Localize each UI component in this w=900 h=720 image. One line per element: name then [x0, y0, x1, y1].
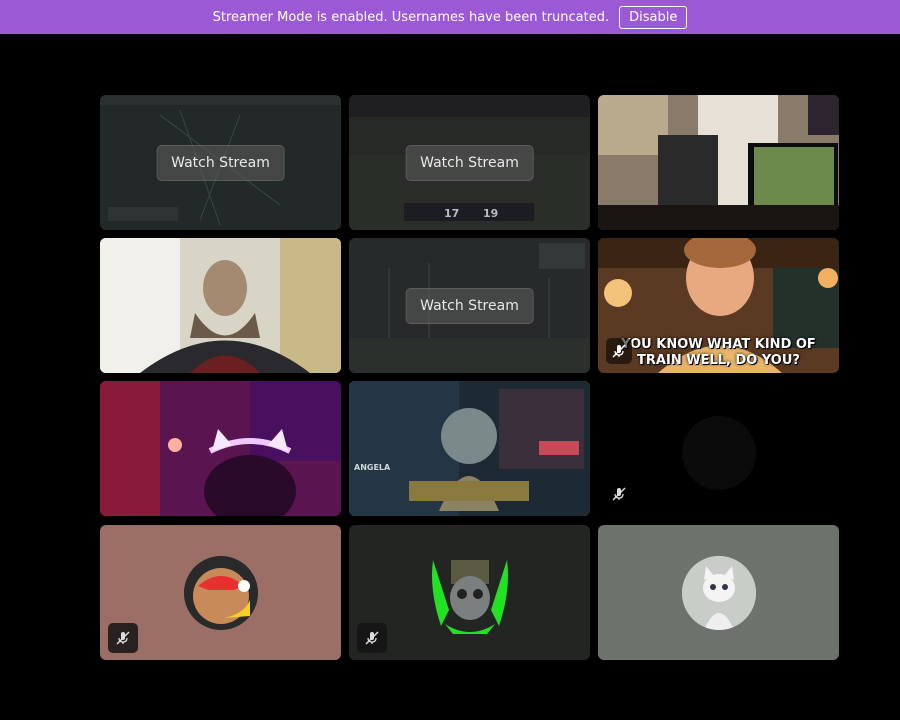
score-left: 17 [444, 207, 460, 220]
camera-tile-3[interactable] [598, 95, 839, 230]
user-avatar [681, 555, 756, 630]
user-avatar [183, 555, 258, 630]
stream-tile-5[interactable]: Watch Stream [349, 238, 590, 373]
stream-tile-1[interactable]: Watch Stream [100, 95, 341, 230]
mic-muted-icon [116, 631, 130, 645]
score-right: 19 [483, 207, 499, 220]
watch-stream-button[interactable]: Watch Stream [405, 144, 534, 181]
banner-message: Streamer Mode is enabled. Usernames have… [212, 9, 610, 25]
mute-indicator [606, 481, 632, 507]
mute-indicator [108, 623, 138, 653]
avatar-image [681, 555, 756, 630]
camera-feed [598, 95, 839, 230]
avatar-placeholder [682, 416, 756, 490]
watch-stream-button[interactable]: Watch Stream [405, 287, 534, 324]
camera-feed [100, 381, 341, 516]
avatar-image [431, 559, 508, 634]
camera-tile-4[interactable] [100, 238, 341, 373]
mic-muted-icon [612, 487, 626, 501]
camera-tile-9[interactable] [598, 381, 839, 516]
stream-preview [349, 381, 590, 516]
avatar-image [183, 555, 258, 630]
mic-muted-icon [612, 344, 626, 358]
mute-indicator [357, 623, 387, 653]
user-tile-10[interactable] [100, 525, 341, 660]
mute-indicator [606, 338, 632, 364]
camera-tile-6[interactable]: YOU KNOW WHAT KIND OF TRAIN WELL, DO YOU… [598, 238, 839, 373]
game-username: ANGELA [354, 463, 391, 472]
user-tile-12[interactable] [598, 525, 839, 660]
stream-tile-2[interactable]: Watch Stream 17 19 [349, 95, 590, 230]
camera-feed [100, 238, 341, 373]
disable-streamer-mode-button[interactable]: Disable [619, 5, 688, 29]
streamer-mode-banner: Streamer Mode is enabled. Usernames have… [0, 0, 900, 34]
watch-stream-button[interactable]: Watch Stream [156, 144, 285, 181]
video-caption: YOU KNOW WHAT KIND OF TRAIN WELL, DO YOU… [621, 337, 816, 368]
mic-muted-icon [365, 631, 379, 645]
stream-tile-8[interactable]: ANGELA [349, 381, 590, 516]
user-avatar [427, 550, 513, 636]
user-tile-11[interactable] [349, 525, 590, 660]
camera-tile-7[interactable] [100, 381, 341, 516]
